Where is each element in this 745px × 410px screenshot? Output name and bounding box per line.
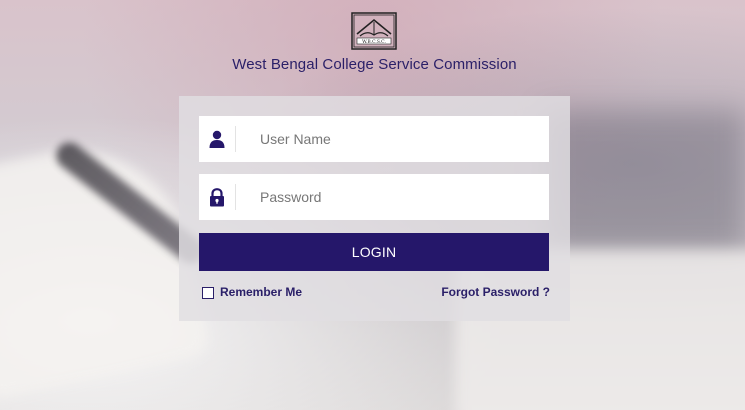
password-field[interactable] [199, 174, 549, 220]
remember-me-label: Remember Me [220, 285, 303, 299]
forgot-password-link[interactable]: Forgot Password ? [441, 285, 550, 299]
lock-icon [199, 184, 236, 210]
login-panel: LOGIN Remember Me Forgot Password ? [179, 96, 570, 321]
page-title: West Bengal College Service Commission [232, 56, 517, 73]
background-shadow [545, 110, 745, 250]
logo-text: W.B.C.S.C. [362, 39, 386, 45]
remember-me[interactable]: Remember Me [202, 285, 302, 299]
user-icon [199, 126, 236, 152]
login-button[interactable]: LOGIN [199, 233, 549, 271]
remember-me-checkbox[interactable] [202, 286, 214, 299]
username-input[interactable] [258, 116, 542, 162]
wbcsc-logo: W.B.C.S.C. [351, 12, 397, 50]
password-input[interactable] [258, 174, 542, 220]
login-page: W.B.C.S.C. West Bengal College Service C… [0, 0, 745, 410]
username-field[interactable] [199, 116, 549, 162]
